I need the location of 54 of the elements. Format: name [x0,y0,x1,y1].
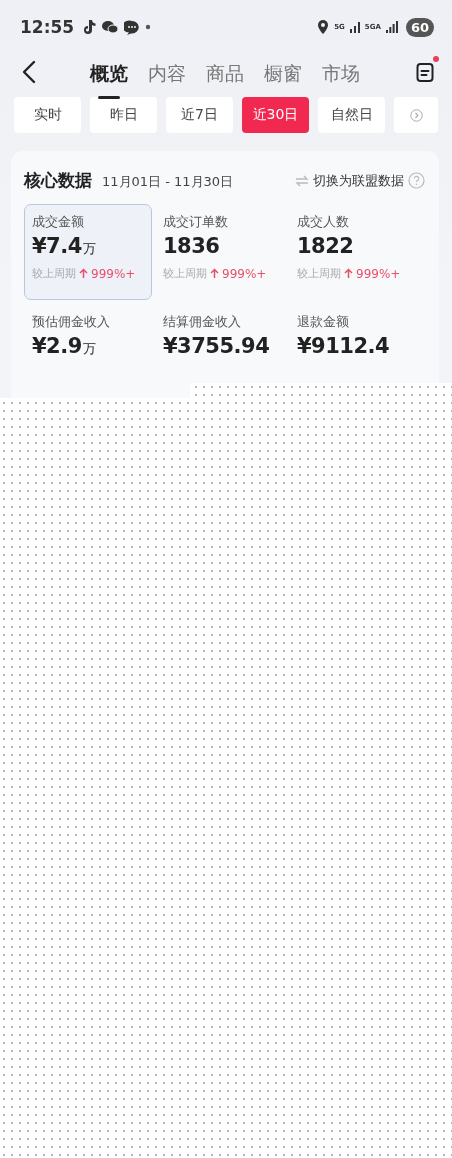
metric-tile[interactable]: 成交订单数 1836 较上周期 999%+ [155,204,286,300]
tab[interactable]: 内容 [148,57,186,99]
tab[interactable]: 概览 [90,57,128,99]
change-value: 999%+ [356,266,401,281]
signal-icon [385,21,398,33]
status-time: 12:55 [20,17,75,37]
metric-unit: 万 [82,240,96,258]
more-button[interactable] [394,97,438,133]
metric-value: 1836 [163,234,220,258]
metric-label: 成交金额 [32,213,85,231]
compare-label: 较上周期 [297,266,341,281]
tab[interactable]: 市场 [322,57,360,99]
battery-level: 60 [405,17,434,37]
location-icon [317,19,330,35]
metric-label: 退款金额 [297,313,350,331]
document-icon [416,61,434,83]
up-arrow-icon [344,268,353,279]
back-icon [22,60,36,84]
date-range: 11月01日 - 11月30日 [102,172,234,191]
metric-value: 1822 [297,234,354,258]
period-chip[interactable]: 昨日 [90,97,157,133]
metric-label: 预估佣金收入 [32,313,111,331]
signal-icon [349,21,360,33]
period-chip[interactable]: 近7日 [166,97,233,133]
change-value: 999%+ [222,266,267,281]
metric-label: 成交订单数 [163,213,229,231]
compare-label: 较上周期 [32,266,76,281]
switch-link[interactable]: 切换为联盟数据 [313,171,404,190]
change-value: 999%+ [91,266,136,281]
period-chip[interactable]: 近30日 [242,97,309,133]
message-icon [124,19,141,35]
card-title: 核心数据 [24,169,92,192]
metric-value: ¥2.9 [32,334,82,358]
chevron-circle-icon [409,108,423,122]
period-chip[interactable]: 实时 [14,97,81,133]
compare-label: 较上周期 [163,266,207,281]
metric-tile[interactable]: 成交金额 ¥7.4万 较上周期 999%+ [24,204,152,300]
chat-bubbles-icon [101,20,120,34]
tab[interactable]: 商品 [206,57,244,99]
metric-value: ¥9112.4 [297,334,390,358]
music-note-icon [82,19,97,35]
metric-tile[interactable]: 成交人数 1822 较上周期 999%+ [289,204,417,300]
dot-icon [145,24,152,30]
metric-label: 成交人数 [297,213,350,231]
metric-label: 结算佣金收入 [163,313,242,331]
help-icon [408,172,425,189]
metric-value: ¥3755.94 [163,334,270,358]
period-chip[interactable]: 自然日 [318,97,385,133]
swap-icon [295,174,309,187]
metric-unit: 万 [82,340,96,358]
up-arrow-icon [79,268,88,279]
up-arrow-icon [210,268,219,279]
tab[interactable]: 橱窗 [264,57,302,99]
metric-value: ¥7.4 [32,234,82,258]
